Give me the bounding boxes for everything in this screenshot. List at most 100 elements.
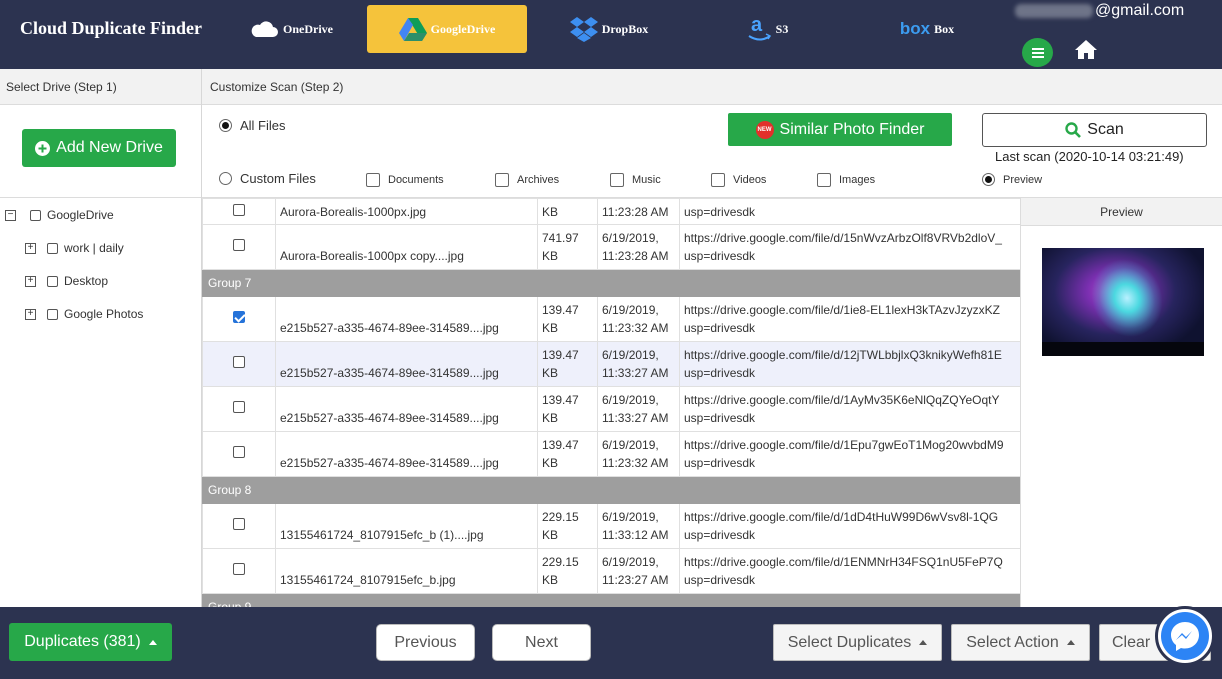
row-checkbox[interactable] (233, 311, 245, 323)
row-checkbox[interactable] (233, 446, 245, 458)
filter-documents[interactable]: Documents (366, 173, 444, 187)
file-size: 741.97 KB (537, 224, 598, 270)
table-row[interactable]: 13155461724_8107915efc_b (1)....jpg 229.1… (202, 503, 1020, 549)
row-checkbox[interactable] (233, 239, 245, 251)
caret-up-icon (1066, 640, 1075, 645)
amazon-s3-icon: a (748, 14, 771, 41)
next-button[interactable]: Next (492, 624, 591, 661)
expand-icon[interactable]: + (25, 242, 36, 254)
group-header-row[interactable]: Group 7 (202, 269, 1020, 297)
file-date: 6/19/2019, 11:23:32 AM (597, 296, 680, 342)
filter-music[interactable]: Music (610, 173, 661, 187)
archives-checkbox[interactable] (495, 173, 509, 187)
table-row[interactable]: e215b527-a335-4674-89ee-314589....jpg 139… (202, 431, 1020, 477)
filter-archives[interactable]: Archives (495, 173, 559, 187)
images-checkbox[interactable] (817, 173, 831, 187)
custom-files-radio[interactable] (219, 172, 232, 185)
videos-checkbox[interactable] (711, 173, 725, 187)
file-size: 139.47 KB (537, 386, 598, 432)
tab-box[interactable]: box Box (896, 5, 958, 53)
file-url: usp=drivesdk (679, 198, 1020, 225)
file-name: e215b527-a335-4674-89ee-314589....jpg (275, 341, 538, 387)
row-checkbox[interactable] (233, 563, 245, 575)
group-header-row[interactable]: Group 9 (202, 593, 1020, 607)
expand-icon[interactable]: + (25, 308, 36, 320)
dropbox-icon (569, 17, 598, 42)
file-name: 13155461724_8107915efc_b (1)....jpg (275, 503, 538, 549)
tab-label: OneDrive (283, 21, 333, 36)
file-name: e215b527-a335-4674-89ee-314589....jpg (275, 386, 538, 432)
step1-title: Select Drive (Step 1) (0, 69, 201, 105)
svg-text:a: a (751, 14, 763, 36)
file-size: 139.47 KB (537, 296, 598, 342)
tab-dropbox[interactable]: DropBox (566, 5, 652, 53)
row-checkbox[interactable] (233, 356, 245, 368)
tree-checkbox[interactable] (47, 308, 58, 320)
plus-circle-icon (35, 140, 51, 156)
home-icon[interactable] (1074, 38, 1098, 60)
tree-item-googledrive: − GoogleDrive (5, 208, 114, 222)
messenger-chat-button[interactable] (1155, 606, 1215, 666)
preview-title: Preview (1021, 198, 1222, 226)
group-label: Group 8 (202, 476, 1020, 504)
user-email: @gmail.com (1015, 2, 1184, 20)
filter-videos[interactable]: Videos (711, 173, 766, 187)
all-files-option[interactable]: All Files (219, 118, 286, 133)
duplicates-button[interactable]: Duplicates (381) (9, 623, 172, 661)
row-checkbox[interactable] (233, 204, 245, 216)
file-size: 139.47 KB (537, 341, 598, 387)
caret-up-icon (919, 640, 928, 645)
scan-options: All Files Custom Files Documents Archive… (202, 105, 1222, 198)
previous-button[interactable]: Previous (376, 624, 475, 661)
select-action-button[interactable]: Select Action (951, 624, 1090, 661)
file-date: 6/19/2019, 11:23:27 AM (597, 548, 680, 594)
table-row[interactable]: Aurora-Borealis-1000px copy....jpg 741.97… (202, 224, 1020, 270)
music-checkbox[interactable] (610, 173, 624, 187)
row-checkbox[interactable] (233, 518, 245, 530)
messenger-icon (1161, 612, 1209, 660)
documents-checkbox[interactable] (366, 173, 380, 187)
table-row[interactable]: Aurora-Borealis-1000px.jpg KB 11:23:28 A… (202, 198, 1020, 225)
tab-label: S3 (775, 21, 789, 36)
tree-item-desktop: + Desktop (25, 274, 108, 288)
table-row[interactable]: 13155461724_8107915efc_b.jpg 229.15 KB 6/19… (202, 548, 1020, 594)
tree-checkbox[interactable] (47, 275, 58, 287)
custom-files-option[interactable]: Custom Files (219, 171, 316, 186)
select-duplicates-button[interactable]: Select Duplicates (773, 624, 942, 661)
filter-images[interactable]: Images (817, 173, 875, 187)
row-checkbox[interactable] (233, 401, 245, 413)
file-date: 6/19/2019, 11:33:27 AM (597, 341, 680, 387)
search-icon (1065, 122, 1082, 138)
preview-image (1042, 248, 1204, 356)
group-header-row[interactable]: Group 8 (202, 476, 1020, 504)
tab-googledrive[interactable]: GoogleDrive (367, 5, 527, 53)
scan-button[interactable]: Scan (982, 113, 1207, 147)
tab-s3[interactable]: a S3 (742, 5, 794, 53)
file-name: Aurora-Borealis-1000px copy....jpg (275, 224, 538, 270)
table-row[interactable]: e215b527-a335-4674-89ee-314589....jpg 139… (202, 341, 1020, 387)
onedrive-cloud-icon (251, 21, 278, 37)
tree-checkbox[interactable] (47, 242, 58, 254)
step2-title: Customize Scan (Step 2) (202, 69, 1222, 105)
table-row[interactable]: e215b527-a335-4674-89ee-314589....jpg 139… (202, 386, 1020, 432)
all-files-radio[interactable] (219, 119, 232, 132)
preview-radio[interactable] (982, 173, 995, 186)
menu-button[interactable] (1022, 38, 1053, 67)
caret-up-icon (148, 639, 157, 645)
expand-icon[interactable]: + (25, 275, 36, 287)
footer-bar: Duplicates (381) Previous Next Select Du… (0, 606, 1222, 679)
table-row[interactable]: e215b527-a335-4674-89ee-314589....jpg 139… (202, 296, 1020, 342)
collapse-icon[interactable]: − (5, 209, 16, 221)
tree-item-work-daily: + work | daily (25, 241, 124, 255)
app-header: Cloud Duplicate Finder OneDrive GoogleDr… (0, 0, 1222, 69)
tree-item-google-photos: + Google Photos (25, 307, 143, 321)
tree-checkbox[interactable] (30, 209, 41, 221)
tab-onedrive[interactable]: OneDrive (246, 5, 336, 53)
similar-photo-finder-button[interactable]: NEW Similar Photo Finder (728, 113, 952, 146)
tab-label: Box (934, 21, 955, 36)
drive-panel: Select Drive (Step 1) Add New Drive − Go… (0, 69, 202, 607)
preview-toggle[interactable]: Preview (982, 173, 1042, 186)
add-new-drive-button[interactable]: Add New Drive (22, 129, 176, 167)
file-date: 6/19/2019, 11:23:32 AM (597, 431, 680, 477)
file-size: KB (537, 198, 598, 225)
